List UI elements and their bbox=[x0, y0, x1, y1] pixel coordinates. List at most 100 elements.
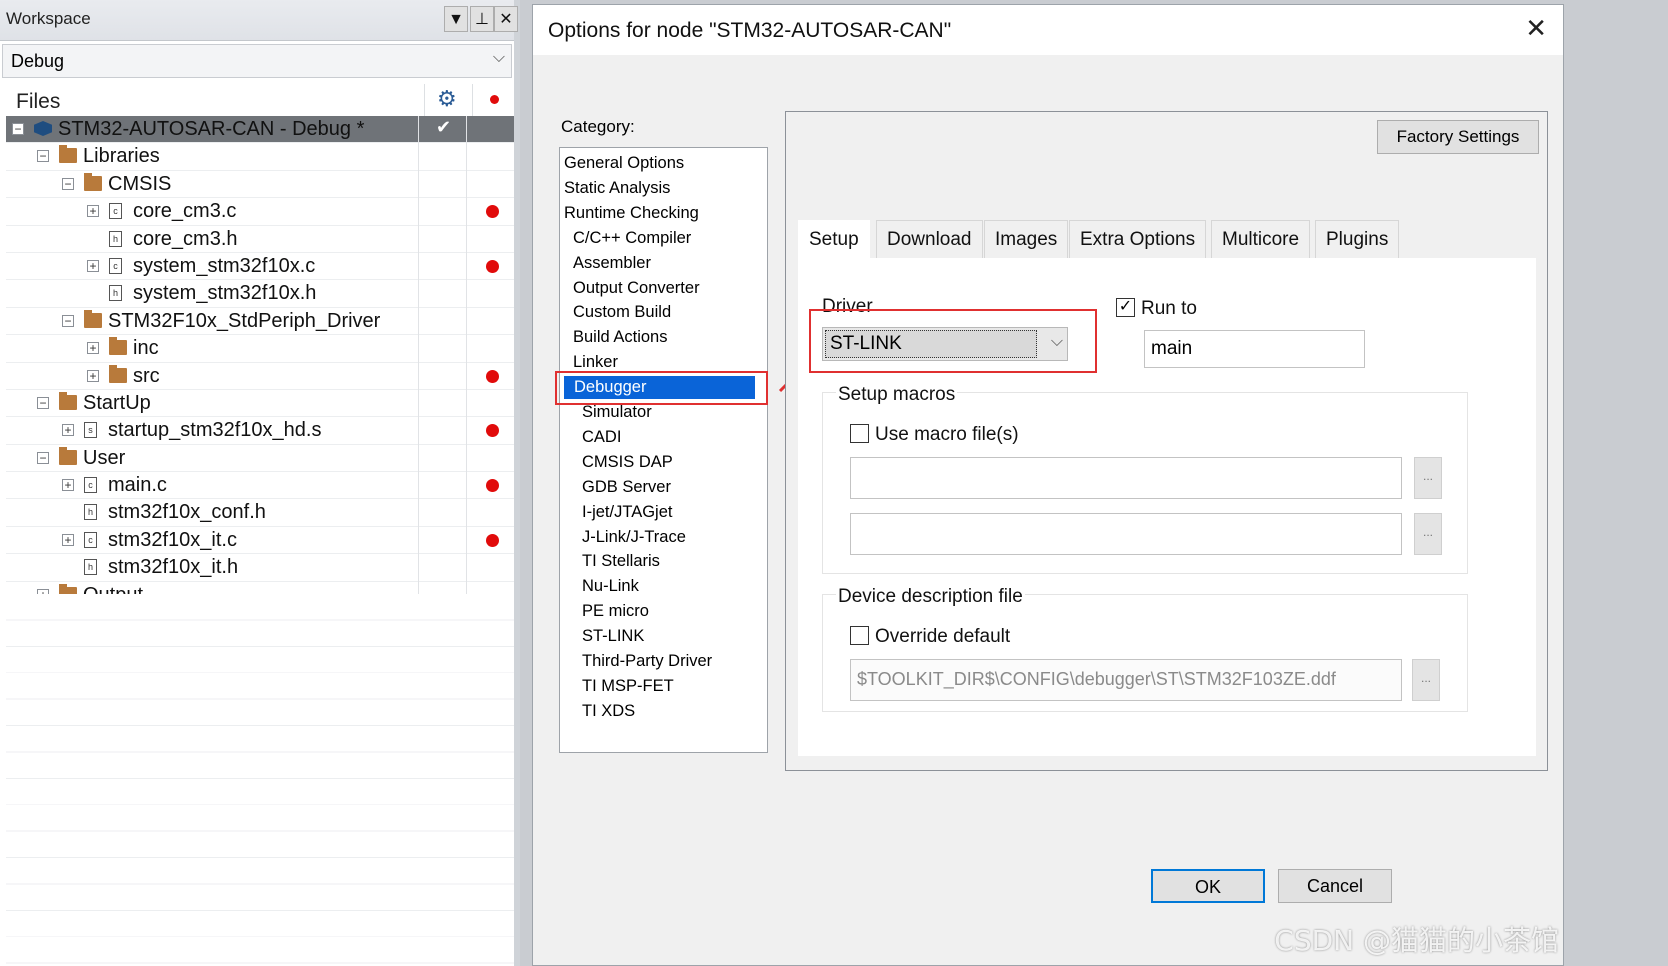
settings-column-header[interactable]: ⚙ bbox=[424, 84, 473, 116]
collapse-icon[interactable]: − bbox=[12, 123, 24, 135]
category-item[interactable]: Runtime Checking bbox=[564, 204, 699, 223]
file-row[interactable]: + c main.c bbox=[6, 472, 514, 500]
breakpoint-icon bbox=[486, 479, 499, 493]
browse-button[interactable]: ... bbox=[1412, 659, 1440, 701]
breakpoint-icon bbox=[486, 533, 499, 547]
tree-item-label: main.c bbox=[108, 474, 167, 497]
category-item[interactable]: TI Stellaris bbox=[582, 552, 660, 571]
category-label: Category: bbox=[561, 117, 635, 136]
category-item[interactable]: Output Converter bbox=[573, 279, 700, 298]
cancel-button[interactable]: Cancel bbox=[1278, 869, 1392, 903]
category-item[interactable]: General Options bbox=[564, 154, 684, 173]
browse-button[interactable]: ... bbox=[1414, 457, 1442, 499]
collapse-icon[interactable]: − bbox=[37, 451, 49, 464]
category-item[interactable]: I-jet/JTAGjet bbox=[582, 503, 672, 522]
category-item[interactable]: Nu-Link bbox=[582, 577, 639, 596]
macro-file-input-2[interactable] bbox=[850, 513, 1402, 555]
file-icon: h bbox=[84, 559, 97, 576]
pin-icon[interactable]: ⊥ bbox=[470, 6, 494, 32]
collapse-icon[interactable]: − bbox=[37, 396, 49, 409]
file-row[interactable]: h stm32f10x_conf.h bbox=[6, 499, 514, 527]
category-item[interactable]: CADI bbox=[582, 428, 621, 447]
file-row[interactable]: + c core_cm3.c bbox=[6, 198, 514, 226]
close-icon[interactable]: ✕ bbox=[1525, 13, 1547, 44]
tab-images[interactable]: Images bbox=[984, 220, 1069, 258]
category-item[interactable]: C/C++ Compiler bbox=[573, 229, 691, 248]
ok-button[interactable]: OK bbox=[1151, 869, 1265, 903]
file-row[interactable]: h stm32f10x_it.h bbox=[6, 554, 514, 582]
debugger-highlight-box bbox=[555, 371, 768, 405]
tree-item-label: system_stm32f10x.h bbox=[133, 282, 317, 305]
folder-row[interactable]: − User bbox=[6, 445, 514, 473]
category-item[interactable]: Custom Build bbox=[573, 303, 671, 322]
tab-multicore[interactable]: Multicore bbox=[1211, 220, 1311, 258]
gear-icon[interactable]: ⚙ bbox=[437, 86, 457, 112]
macro-file-input-1[interactable] bbox=[850, 457, 1402, 499]
category-item[interactable]: J-Link/J-Trace bbox=[582, 528, 686, 547]
file-row[interactable]: + c stm32f10x_it.c bbox=[6, 527, 514, 555]
category-item[interactable]: Static Analysis bbox=[564, 179, 670, 198]
override-default-checkbox[interactable] bbox=[850, 626, 869, 645]
collapse-icon[interactable]: − bbox=[62, 314, 74, 327]
tree-item-label: system_stm32f10x.c bbox=[133, 254, 316, 277]
tab-download[interactable]: Download bbox=[876, 220, 983, 258]
file-row[interactable]: h core_cm3.h bbox=[6, 226, 514, 253]
dropdown-arrow-icon[interactable]: ▼ bbox=[444, 6, 468, 32]
folder-row[interactable]: − STM32F10x_StdPeriph_Driver bbox=[6, 308, 514, 336]
tab-setup[interactable]: Setup bbox=[798, 220, 870, 258]
category-item[interactable]: PE micro bbox=[582, 602, 649, 621]
category-item[interactable]: TI XDS bbox=[582, 702, 635, 721]
collapse-icon[interactable]: − bbox=[62, 177, 74, 190]
folder-row[interactable]: − CMSIS bbox=[6, 171, 514, 199]
category-item[interactable]: CMSIS DAP bbox=[582, 453, 673, 472]
expand-icon[interactable]: + bbox=[62, 424, 74, 437]
breakpoint-icon bbox=[486, 424, 499, 438]
check-icon: ✔ bbox=[436, 117, 452, 137]
tab-plugins[interactable]: Plugins bbox=[1315, 220, 1400, 258]
category-item[interactable]: Linker bbox=[573, 353, 618, 372]
tree-item-label: User bbox=[83, 446, 126, 469]
category-item[interactable]: ST-LINK bbox=[582, 627, 644, 646]
options-panel: Factory Settings Setup Download Images Extr… bbox=[785, 111, 1548, 771]
file-row[interactable]: + s startup_stm32f10x_hd.s bbox=[6, 417, 514, 445]
expand-icon[interactable]: + bbox=[87, 259, 99, 272]
expand-icon[interactable]: + bbox=[87, 369, 99, 382]
tab-extra-options[interactable]: Extra Options bbox=[1069, 220, 1207, 258]
folder-row[interactable]: − Libraries bbox=[6, 143, 514, 171]
folder-row[interactable]: − StartUp bbox=[6, 390, 514, 418]
category-item[interactable]: Third-Party Driver bbox=[582, 652, 712, 671]
category-item[interactable]: GDB Server bbox=[582, 478, 671, 497]
project-row[interactable]: − STM32-AUTOSAR-CAN - Debug * ✔ bbox=[6, 116, 514, 144]
file-icon: h bbox=[109, 230, 122, 247]
file-row[interactable]: + c system_stm32f10x.c bbox=[6, 253, 514, 281]
tree-item-label: startup_stm32f10x_hd.s bbox=[108, 419, 322, 442]
use-macro-checkbox[interactable] bbox=[850, 424, 869, 443]
expand-icon[interactable]: + bbox=[62, 533, 74, 546]
driver-highlight-box bbox=[809, 309, 1097, 373]
run-to-input[interactable]: main bbox=[1144, 330, 1365, 368]
expand-icon[interactable]: + bbox=[62, 479, 74, 492]
collapse-icon[interactable]: − bbox=[37, 150, 49, 163]
browse-button[interactable]: ... bbox=[1414, 513, 1442, 555]
close-icon[interactable]: ✕ bbox=[494, 6, 518, 32]
file-icon: c bbox=[84, 477, 97, 494]
tree-header: Files ⚙ bbox=[6, 84, 514, 117]
file-row[interactable]: h system_stm32f10x.h bbox=[6, 280, 514, 308]
run-to-checkbox[interactable]: ✓ bbox=[1116, 298, 1135, 317]
tree-item-label: src bbox=[133, 364, 160, 387]
setup-macros-label: Setup macros bbox=[836, 384, 958, 406]
category-item[interactable]: Assembler bbox=[573, 254, 651, 273]
folder-row[interactable]: + inc bbox=[6, 335, 514, 363]
folder-icon bbox=[109, 364, 127, 383]
expand-icon[interactable]: + bbox=[87, 205, 99, 218]
ddf-path-input[interactable]: $TOOLKIT_DIR$\CONFIG\debugger\ST\STM32F1… bbox=[850, 659, 1402, 701]
configuration-select[interactable]: Debug ⌵ bbox=[2, 44, 512, 78]
folder-icon bbox=[109, 337, 127, 356]
category-item[interactable]: Build Actions bbox=[573, 328, 667, 347]
category-item[interactable]: Simulator bbox=[582, 403, 652, 422]
setup-tab-page: Driver ST-LINK ⌵ ✓ Run to main Setup mac… bbox=[798, 258, 1536, 756]
category-item[interactable]: TI MSP-FET bbox=[582, 677, 674, 696]
folder-row[interactable]: + src bbox=[6, 363, 514, 390]
expand-icon[interactable]: + bbox=[87, 342, 99, 355]
factory-settings-button[interactable]: Factory Settings bbox=[1377, 120, 1539, 154]
